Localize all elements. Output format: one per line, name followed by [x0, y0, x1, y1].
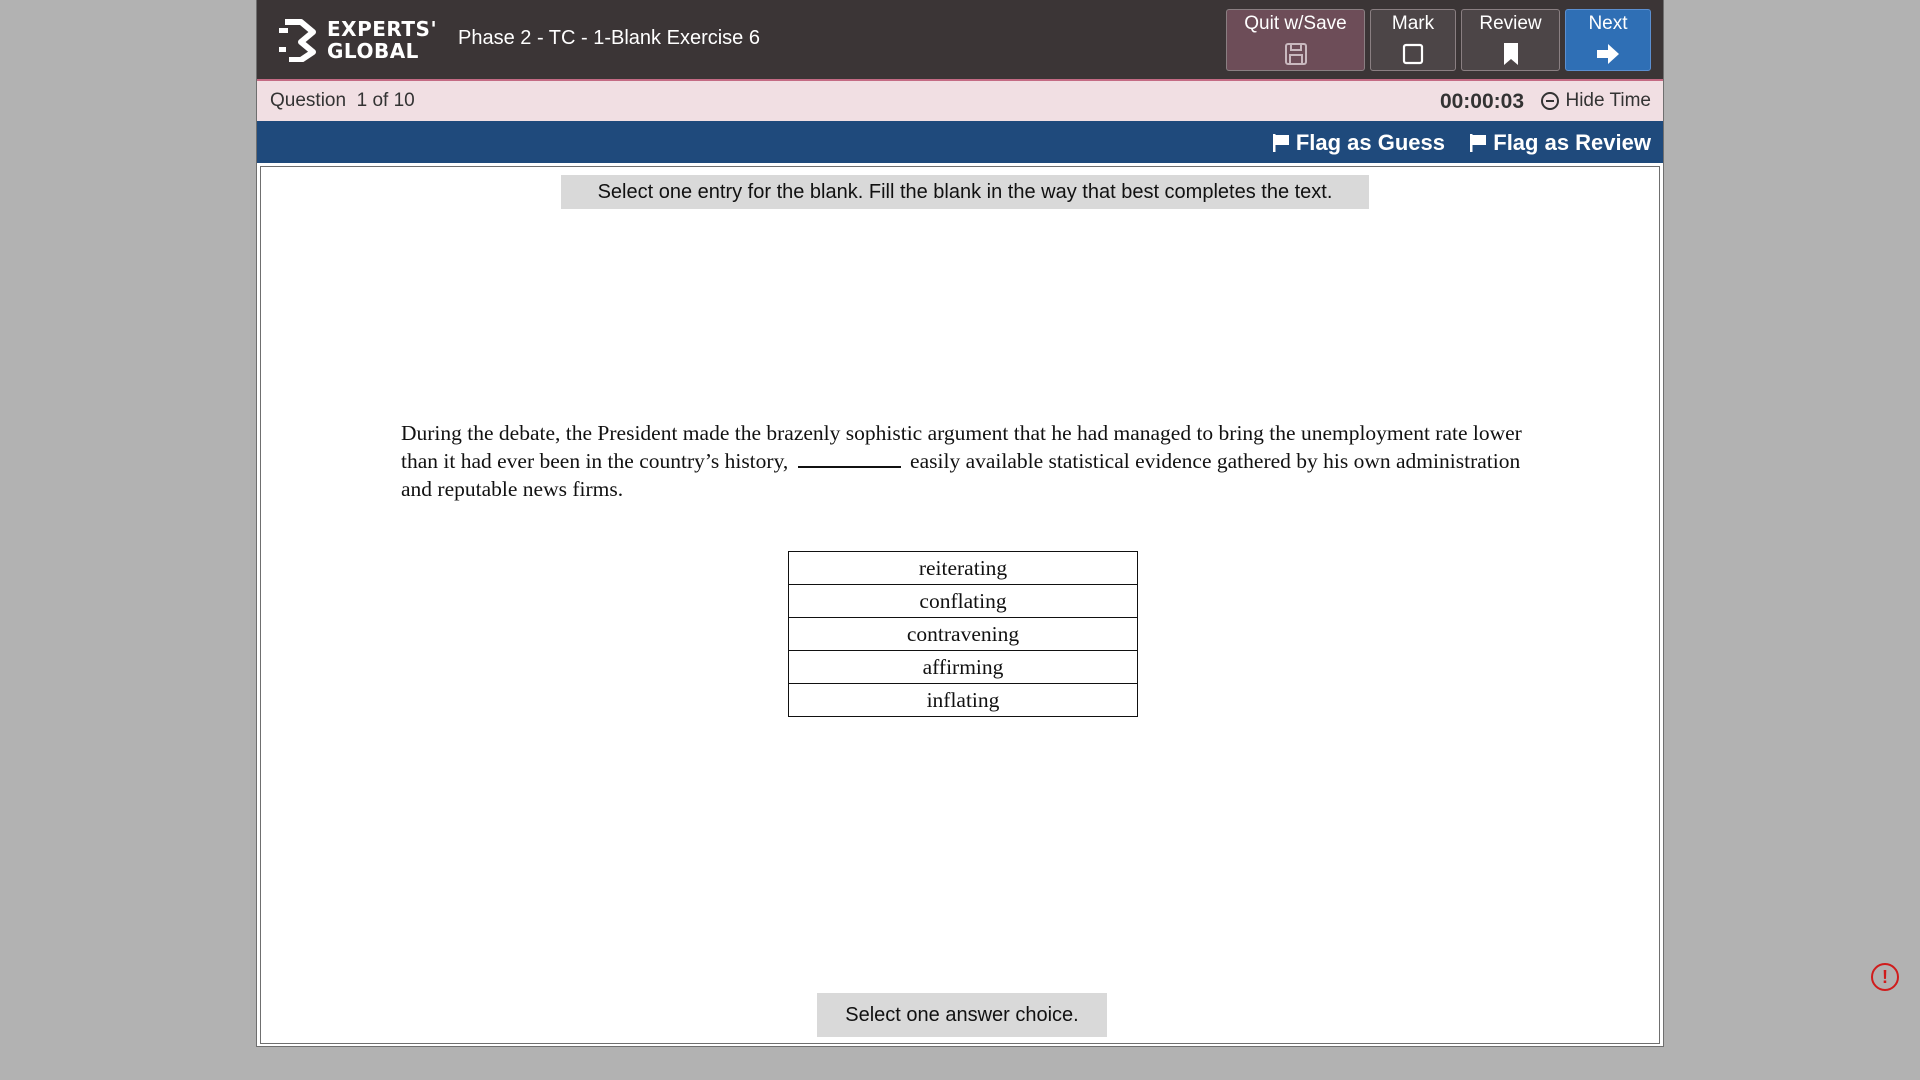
- flag-as-guess-label: Flag as Guess: [1295, 130, 1445, 155]
- quit-save-label: Quit w/Save: [1244, 13, 1347, 34]
- exclamation-circle-icon[interactable]: !: [1871, 963, 1899, 991]
- flag-icon: [1470, 134, 1487, 152]
- status-bar: Question 1 of 10 00:00:03 Hide Time: [257, 81, 1663, 121]
- next-label: Next: [1588, 13, 1628, 34]
- experts-global-logo: EXPERTS' GLOBAL: [279, 18, 437, 62]
- flag-as-review-label: Flag as Review: [1493, 130, 1651, 155]
- answer-choice[interactable]: contravening: [788, 617, 1138, 651]
- checkbox-icon: [1402, 43, 1424, 65]
- logo-mark-icon: [279, 19, 316, 62]
- select-one-note: Select one answer choice.: [817, 993, 1107, 1037]
- answer-choice[interactable]: conflating: [788, 584, 1138, 618]
- exam-title: Phase 2 - TC - 1-Blank Exercise 6: [458, 27, 760, 49]
- flag-icon: [1272, 134, 1289, 152]
- hide-time-button[interactable]: Hide Time: [1541, 90, 1651, 112]
- review-button[interactable]: Review: [1461, 9, 1560, 71]
- test-window: EXPERTS' GLOBAL Phase 2 - TC - 1-Blank E…: [256, 0, 1664, 1047]
- logo-line-2: GLOBAL: [327, 39, 419, 63]
- logo-text: EXPERTS' GLOBAL: [327, 18, 437, 62]
- question-panel: Select one entry for the blank. Fill the…: [260, 166, 1660, 1044]
- answer-blank: [797, 448, 901, 468]
- arrow-right-icon: [1597, 44, 1619, 64]
- next-button[interactable]: Next: [1565, 9, 1651, 71]
- quit-save-button[interactable]: Quit w/Save: [1226, 9, 1365, 71]
- bookmark-icon: [1503, 43, 1518, 65]
- answer-choice[interactable]: inflating: [788, 683, 1138, 717]
- flag-as-review-button[interactable]: Flag as Review: [1469, 130, 1651, 156]
- floppy-disk-icon: [1284, 43, 1307, 65]
- answer-choice[interactable]: affirming: [788, 650, 1138, 684]
- answer-choice[interactable]: reiterating: [788, 551, 1138, 585]
- question-text: During the debate, the President made th…: [401, 419, 1531, 503]
- flag-bar: Flag as Guess Flag as Review: [257, 121, 1663, 163]
- timer: 00:00:03: [1439, 90, 1524, 113]
- minus-circle-icon: [1541, 92, 1560, 110]
- mark-label: Mark: [1391, 13, 1435, 34]
- question-counter: Question 1 of 10: [270, 90, 415, 111]
- instruction-banner: Select one entry for the blank. Fill the…: [561, 175, 1369, 209]
- answer-choices-table: reiterating conflating contravening affi…: [788, 551, 1138, 717]
- flag-as-guess-button[interactable]: Flag as Guess: [1272, 130, 1445, 156]
- hide-time-label: Hide Time: [1565, 90, 1651, 111]
- review-label: Review: [1479, 13, 1542, 34]
- logo-line-1: EXPERTS': [327, 17, 438, 41]
- mark-button[interactable]: Mark: [1370, 9, 1456, 71]
- header-bar: EXPERTS' GLOBAL Phase 2 - TC - 1-Blank E…: [257, 0, 1663, 81]
